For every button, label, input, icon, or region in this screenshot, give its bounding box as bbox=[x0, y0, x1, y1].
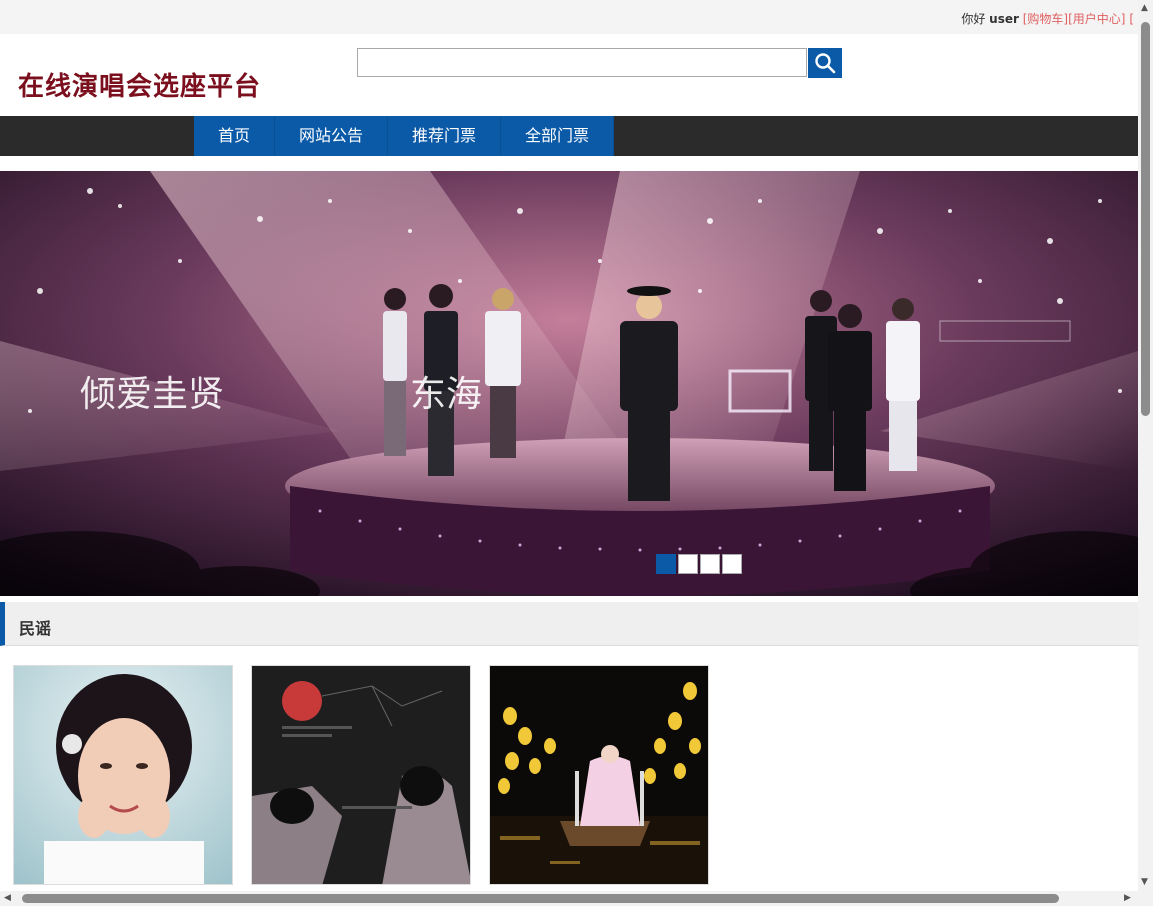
banner-caption-mid: 东海 bbox=[410, 374, 482, 415]
search-icon bbox=[815, 53, 836, 74]
banner-caption-left: 倾爱圭贤 bbox=[80, 374, 224, 415]
nav-recommended-tickets[interactable]: 推荐门票 bbox=[388, 116, 502, 156]
carousel-dot-4[interactable] bbox=[722, 554, 742, 574]
nav-announcements[interactable]: 网站公告 bbox=[275, 116, 389, 156]
carousel-dot-1[interactable] bbox=[656, 554, 676, 574]
scroll-up-arrow-icon[interactable]: ▲ bbox=[1141, 3, 1148, 13]
product-card-1[interactable] bbox=[13, 665, 233, 885]
vertical-scrollbar[interactable]: ▲ ▼ bbox=[1138, 0, 1153, 906]
search-button[interactable] bbox=[808, 48, 842, 78]
horizontal-scrollbar[interactable]: ◀ ▶ bbox=[0, 891, 1138, 906]
search-input[interactable] bbox=[357, 48, 807, 77]
scroll-right-arrow-icon[interactable]: ▶ bbox=[1124, 893, 1131, 903]
vertical-scroll-thumb[interactable] bbox=[1141, 22, 1150, 416]
carousel-dot-3[interactable] bbox=[700, 554, 720, 574]
concert-stage-image: 倾爱圭贤 东海 bbox=[0, 171, 1138, 596]
username: user bbox=[989, 12, 1019, 26]
truncated-link[interactable]: [ bbox=[1129, 12, 1134, 26]
user-greeting: 你好 user [购物车][用户中心] [ bbox=[961, 10, 1134, 27]
scroll-down-arrow-icon[interactable]: ▼ bbox=[1141, 877, 1148, 887]
category-header: 民谣 bbox=[0, 602, 1138, 646]
scroll-left-arrow-icon[interactable]: ◀ bbox=[4, 893, 11, 903]
user-center-link[interactable]: [用户中心] bbox=[1068, 12, 1125, 26]
header: 在线演唱会选座平台 bbox=[0, 34, 1138, 116]
product-image-2 bbox=[252, 666, 470, 884]
greeting-text: 你好 bbox=[961, 12, 990, 26]
product-image-1 bbox=[14, 666, 232, 884]
site-title[interactable]: 在线演唱会选座平台 bbox=[18, 66, 261, 103]
nav-home[interactable]: 首页 bbox=[194, 116, 276, 156]
cart-link[interactable]: [购物车] bbox=[1023, 12, 1068, 26]
carousel-indicators bbox=[656, 554, 742, 574]
carousel-dot-2[interactable] bbox=[678, 554, 698, 574]
product-card-2[interactable] bbox=[251, 665, 471, 885]
horizontal-scroll-thumb[interactable] bbox=[22, 894, 1059, 903]
main-nav: 首页 网站公告 推荐门票 全部门票 bbox=[0, 116, 1138, 156]
nav-all-tickets[interactable]: 全部门票 bbox=[501, 116, 615, 156]
top-bar: 你好 user [购物车][用户中心] [ bbox=[0, 0, 1138, 34]
hero-banner[interactable]: 倾爱圭贤 东海 bbox=[0, 171, 1138, 596]
product-card-3[interactable] bbox=[489, 665, 709, 885]
product-image-3 bbox=[490, 666, 708, 884]
category-title: 民谣 bbox=[19, 619, 52, 638]
